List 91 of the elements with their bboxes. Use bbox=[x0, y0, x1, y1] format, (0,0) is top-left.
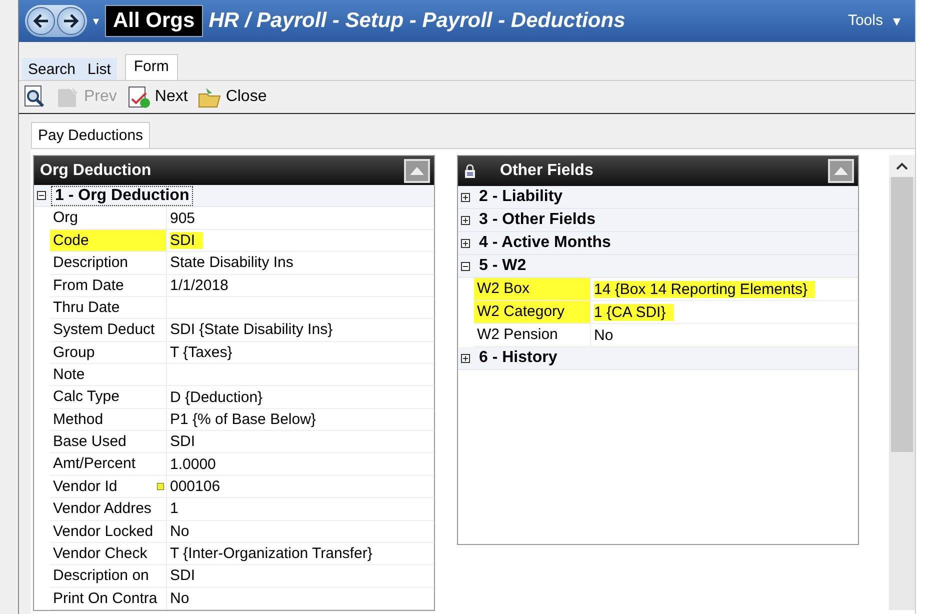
tools-menu[interactable]: Tools ▾ bbox=[842, 11, 907, 31]
chevron-up-icon bbox=[896, 162, 908, 170]
group-row[interactable]: 4 - Active Months bbox=[458, 232, 858, 255]
field-label: Description bbox=[50, 252, 167, 274]
collapse-button[interactable] bbox=[404, 158, 430, 183]
field-label: Amt/Percent bbox=[50, 453, 167, 475]
field-value[interactable]: 1 bbox=[170, 500, 186, 518]
field-value[interactable]: SDI bbox=[170, 232, 204, 250]
expand-toggle[interactable] bbox=[461, 192, 470, 202]
field-label: Calc Type bbox=[50, 386, 167, 408]
group-label: 4 - Active Months bbox=[478, 233, 612, 253]
group-row[interactable]: 6 - History bbox=[458, 347, 858, 370]
field-label: Base Used bbox=[50, 431, 167, 452]
view-tab[interactable]: List bbox=[82, 58, 117, 80]
group-row[interactable]: 3 - Other Fields bbox=[458, 209, 858, 232]
group-label: 3 - Other Fields bbox=[478, 210, 596, 230]
field-label: Org bbox=[50, 207, 167, 229]
field-value[interactable]: T {Inter-Organization Transfer} bbox=[170, 545, 380, 562]
field-label: Description on bbox=[50, 565, 167, 587]
section-tab[interactable]: Pay Deductions bbox=[31, 122, 150, 148]
field-value[interactable]: 1.0000 bbox=[170, 456, 224, 473]
forward-button[interactable] bbox=[57, 7, 85, 35]
field-value[interactable]: 1/1/2018 bbox=[170, 276, 236, 294]
scrollbar[interactable] bbox=[889, 155, 915, 610]
folder-icon bbox=[198, 86, 222, 108]
field-label: Note bbox=[50, 364, 167, 386]
field-value[interactable]: 14 {Box 14 Reporting Elements} bbox=[594, 280, 816, 298]
plus-icon bbox=[462, 194, 469, 200]
triangle-up-icon bbox=[834, 167, 848, 175]
document-check-icon bbox=[126, 85, 151, 109]
field-value[interactable]: D {Deduction} bbox=[170, 388, 271, 406]
view-tab[interactable]: Form bbox=[124, 54, 178, 80]
field-label: Print On Contra bbox=[50, 588, 167, 609]
field-label: System Deduct bbox=[50, 319, 167, 341]
field-value[interactable]: T {Taxes} bbox=[170, 344, 240, 361]
expand-toggle[interactable] bbox=[461, 354, 470, 362]
close-button[interactable]: Close bbox=[198, 86, 267, 108]
collapse-toggle[interactable] bbox=[461, 262, 470, 270]
field-value[interactable]: SDI {State Disability Ins} bbox=[170, 321, 341, 338]
scroll-thumb[interactable] bbox=[891, 177, 913, 452]
expand-toggle[interactable] bbox=[461, 238, 470, 248]
field-value[interactable]: No bbox=[594, 326, 622, 344]
field-label: Vendor Locked bbox=[50, 520, 167, 542]
group-label: 2 - Liability bbox=[478, 187, 564, 207]
back-button[interactable] bbox=[27, 7, 55, 35]
field-label: W2 Pension bbox=[474, 324, 591, 346]
field-label: Vendor Check bbox=[50, 542, 167, 564]
field-label: Method bbox=[50, 408, 167, 430]
panel-title: Org Deduction bbox=[40, 162, 152, 180]
field-value[interactable]: SDI bbox=[170, 433, 204, 450]
view-tab[interactable]: Search bbox=[22, 58, 82, 80]
window-title: HR / Payroll - Setup - Payroll - Deductions bbox=[208, 9, 626, 33]
collapse-toggle[interactable] bbox=[37, 191, 46, 200]
document-icon bbox=[56, 85, 80, 109]
lookup-icon[interactable] bbox=[157, 482, 164, 490]
group-label: 6 - History bbox=[478, 348, 558, 368]
field-value[interactable]: 1 {CA SDI} bbox=[594, 304, 674, 320]
field-value[interactable]: P1 {% of Base Below} bbox=[170, 410, 324, 428]
group-row[interactable]: 5 - W2 bbox=[458, 255, 858, 278]
panel-title: Other Fields bbox=[500, 162, 594, 180]
triangle-up-icon bbox=[410, 166, 424, 175]
field-value[interactable]: 905 bbox=[170, 210, 204, 227]
back-arrow-icon bbox=[33, 14, 49, 28]
field-value[interactable]: No bbox=[170, 522, 198, 540]
field-value[interactable]: State Disability Ins bbox=[170, 254, 302, 272]
history-dropdown[interactable]: ▾ bbox=[93, 14, 99, 28]
find-button[interactable] bbox=[24, 85, 46, 109]
group-row[interactable]: 2 - Liability bbox=[458, 186, 858, 209]
field-label: Thru Date bbox=[50, 296, 167, 318]
search-icon bbox=[24, 85, 46, 109]
group-row[interactable]: 1 - Org Deduction bbox=[34, 185, 434, 208]
plus-icon bbox=[462, 354, 469, 362]
field-label: W2 Category bbox=[474, 301, 591, 323]
plus-icon bbox=[462, 216, 469, 224]
field-value[interactable]: No bbox=[170, 590, 198, 607]
field-label: From Date bbox=[50, 274, 167, 296]
field-value[interactable]: 000106 bbox=[170, 478, 228, 495]
scroll-up-button[interactable] bbox=[889, 155, 915, 177]
next-button[interactable]: Next bbox=[126, 85, 188, 109]
forward-arrow-icon bbox=[63, 14, 79, 28]
lock-icon bbox=[464, 164, 476, 178]
context-label[interactable]: All Orgs bbox=[105, 5, 203, 37]
field-label: Vendor Addres bbox=[50, 498, 167, 520]
plus-icon bbox=[462, 240, 469, 246]
expand-toggle[interactable] bbox=[461, 216, 470, 224]
field-value[interactable]: SDI bbox=[170, 567, 204, 584]
field-label: Code bbox=[50, 230, 167, 252]
group-label: 1 - Org Deduction bbox=[51, 186, 194, 206]
field-label: W2 Box bbox=[474, 278, 591, 300]
field-label: Group bbox=[50, 342, 167, 363]
group-label: 5 - W2 bbox=[478, 256, 528, 276]
